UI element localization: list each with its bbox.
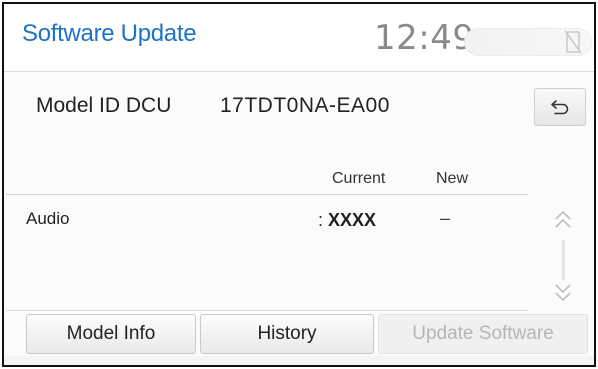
clock: 12:49 (374, 18, 475, 58)
column-header-new: New (436, 170, 469, 187)
header: Software Update 12:49 (4, 4, 594, 72)
model-info-button[interactable]: Model Info (26, 314, 196, 354)
bottom-strip (4, 356, 594, 365)
double-chevron-down-icon[interactable] (552, 280, 574, 304)
table-row-new: – (440, 208, 451, 228)
model-id-value: 17TDT0NA-EA00 (220, 94, 390, 117)
history-button[interactable]: History (200, 314, 374, 354)
column-header-current: Current (332, 170, 386, 187)
no-signal-icon (564, 30, 582, 54)
software-update-screen: Software Update 12:49 Model ID DCU 17TDT… (2, 2, 596, 367)
table-row-label: Audio (26, 209, 70, 228)
row-divider (6, 310, 528, 311)
table-divider (6, 194, 528, 195)
update-software-button[interactable]: Update Software (378, 314, 588, 354)
page-title: Software Update (22, 20, 197, 47)
back-arrow-icon (551, 100, 569, 115)
table-row-current: : XXXX (318, 210, 376, 231)
scrollbar[interactable] (562, 240, 565, 280)
current-prefix: : (318, 210, 329, 230)
back-button[interactable] (534, 88, 586, 126)
double-chevron-up-icon[interactable] (552, 208, 574, 232)
model-id-label: Model ID DCU (36, 94, 172, 117)
current-version: XXXX (328, 210, 377, 230)
